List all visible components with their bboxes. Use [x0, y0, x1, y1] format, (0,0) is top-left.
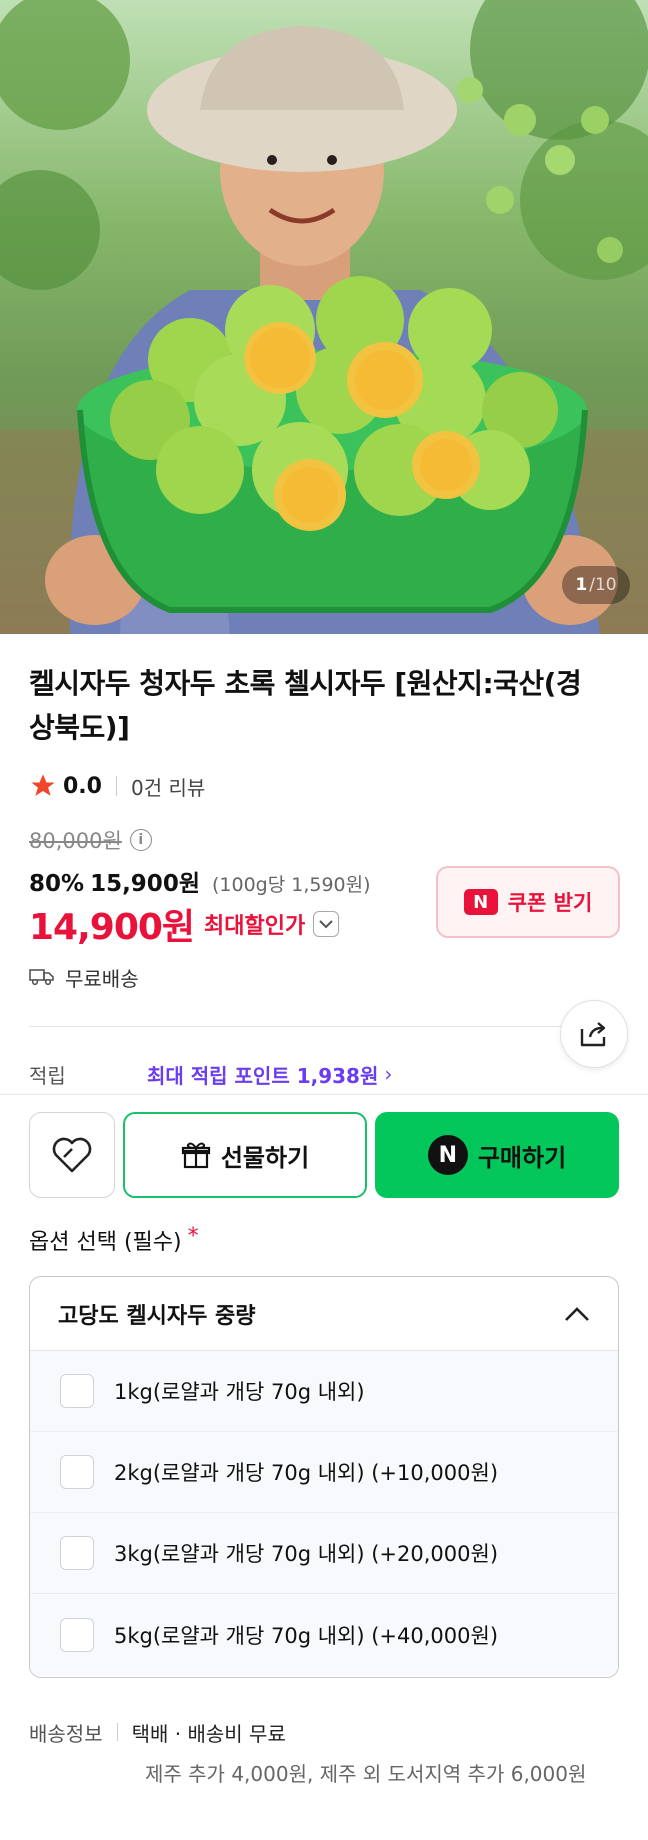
divider [29, 1026, 594, 1027]
naver-pay-icon: N [427, 1135, 468, 1175]
option-dropdown: 고당도 켈시자두 중량 1kg(로얄과 개당 70g 내외) 2kg(로얄과 개… [29, 1276, 619, 1678]
star-icon [31, 774, 55, 796]
option-label: 1kg(로얄과 개당 70g 내외) [114, 1380, 365, 1404]
image-counter: 1 /10 [562, 566, 630, 604]
buy-button[interactable]: N 구매하기 [375, 1112, 619, 1198]
option-item[interactable]: 2kg(로얄과 개당 70g 내외) (+10,000원) [30, 1432, 618, 1513]
delivery-info-row: 배송정보 택배 · 배송비 무료 [29, 1716, 286, 1748]
image-counter-current: 1 [575, 575, 588, 595]
option-checkbox[interactable] [60, 1455, 94, 1489]
product-image[interactable]: 1 /10 [0, 0, 648, 634]
buy-label: 구매하기 [477, 1143, 567, 1172]
heart-icon [52, 1137, 92, 1173]
option-dropdown-header[interactable]: 고당도 켈시자두 중량 [30, 1277, 618, 1351]
shipping-text: 무료배송 [65, 966, 139, 991]
original-price: 80,000원 [29, 829, 122, 853]
option-dropdown-label: 고당도 켈시자두 중량 [58, 1303, 256, 1329]
delivery-label: 배송정보 [29, 1721, 103, 1746]
info-icon[interactable]: i [129, 829, 152, 851]
review-count[interactable]: 0건 리뷰 [131, 772, 205, 801]
option-item[interactable]: 1kg(로얄과 개당 70g 내외) [30, 1351, 618, 1432]
wishlist-button[interactable] [29, 1112, 115, 1198]
discount-percent: 80% [29, 871, 85, 897]
option-checkbox[interactable] [60, 1617, 94, 1652]
option-checkbox[interactable] [60, 1374, 94, 1408]
truck-icon [29, 969, 54, 986]
original-price-row: 80,000원 i [29, 824, 152, 856]
max-discount-row[interactable]: 14,900원 최대할인가 [29, 900, 340, 948]
chevron-up-icon[interactable] [564, 1306, 590, 1322]
gift-icon [181, 1142, 210, 1169]
product-photo [0, 0, 648, 634]
option-item[interactable]: 3kg(로얄과 개당 70g 내외) (+20,000원) [30, 1513, 618, 1594]
option-label: 3kg(로얄과 개당 70g 내외) (+20,000원) [114, 1542, 499, 1566]
divider [115, 776, 117, 796]
option-section-title: 옵션 선택 (필수) * [29, 1224, 199, 1256]
gift-label: 선물하기 [220, 1143, 310, 1172]
shipping-row: 무료배송 [29, 960, 139, 994]
option-label: 2kg(로얄과 개당 70g 내외) (+10,000원) [114, 1461, 499, 1485]
chevron-down-icon[interactable] [313, 911, 340, 937]
option-item[interactable]: 5kg(로얄과 개당 70g 내외) (+40,000원) [30, 1594, 618, 1675]
coupon-button[interactable]: N 쿠폰 받기 [436, 866, 620, 938]
delivery-extra-fee: 제주 추가 4,000원, 제주 외 도서지역 추가 6,000원 [145, 1762, 587, 1786]
max-discount-label: 최대할인가 [204, 914, 306, 939]
image-counter-total: /10 [589, 575, 617, 595]
max-discount-price: 14,900원 [29, 907, 195, 948]
sale-price-row: 80% 15,900원 (100g당 1,590원) [29, 864, 371, 898]
share-button[interactable] [560, 1000, 628, 1068]
divider [116, 1723, 118, 1741]
rating-row[interactable]: 0.0 0건 리뷰 [29, 768, 205, 804]
chevron-right-icon: › [384, 1062, 393, 1086]
share-icon [580, 1022, 606, 1047]
divider [0, 1094, 648, 1095]
naver-n-icon: N [463, 889, 498, 915]
unit-price: (100g당 1,590원) [211, 874, 371, 896]
gift-button[interactable]: 선물하기 [123, 1112, 367, 1198]
points-value[interactable]: 최대 적립 포인트 1,938원 [147, 1060, 378, 1089]
delivery-value: 택배 · 배송비 무료 [131, 1721, 286, 1746]
rating-value: 0.0 [63, 773, 102, 799]
sale-price: 15,900원 [90, 871, 200, 897]
required-mark: * [187, 1224, 199, 1249]
coupon-label: 쿠폰 받기 [507, 891, 593, 915]
option-checkbox[interactable] [60, 1536, 94, 1570]
points-row[interactable]: 적립 최대 적립 포인트 1,938원 › [29, 1058, 392, 1090]
product-title: 켈시자두 청자두 초록 첼시자두 [원산지:국산(경상북도)] [29, 667, 582, 744]
option-title-text: 옵션 선택 (필수) [29, 1230, 182, 1255]
points-label: 적립 [29, 1063, 66, 1088]
option-label: 5kg(로얄과 개당 70g 내외) (+40,000원) [114, 1623, 499, 1648]
